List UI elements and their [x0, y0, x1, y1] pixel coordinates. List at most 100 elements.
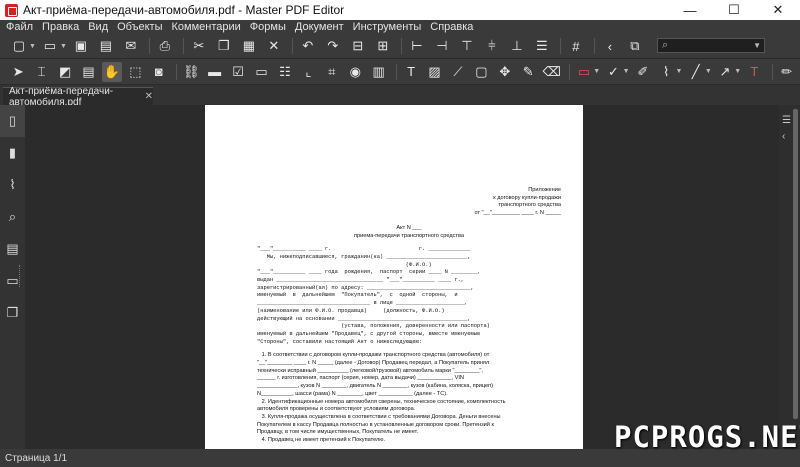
- align-left-icon[interactable]: ⊢: [406, 36, 428, 56]
- draw-rectangle-icon[interactable]: ▢: [471, 62, 491, 82]
- draw-line-icon[interactable]: ⟋: [448, 62, 468, 82]
- collapse-panel-icon[interactable]: ‹: [782, 131, 785, 142]
- menu-view[interactable]: Вид: [88, 20, 108, 34]
- clause-line: N__________, шасси (рама) N ________, цв…: [257, 390, 448, 397]
- link-icon[interactable]: ⛓: [181, 62, 201, 82]
- distribute-icon[interactable]: ☰: [531, 36, 553, 56]
- search-input[interactable]: [672, 40, 753, 51]
- save-icon[interactable]: ▣: [70, 36, 92, 56]
- close-window-button[interactable]: ✕: [756, 0, 800, 20]
- toolbar-separator: [559, 38, 561, 54]
- edit-object-icon[interactable]: ◩: [55, 62, 75, 82]
- marker-pen-icon[interactable]: ✏: [777, 62, 797, 82]
- maximize-button[interactable]: ☐: [712, 0, 756, 20]
- align-right-icon[interactable]: ⊣: [431, 36, 453, 56]
- menu-help[interactable]: Справка: [430, 20, 473, 34]
- scrollbar-thumb[interactable]: [793, 109, 798, 419]
- pencil-draw-icon[interactable]: ✎: [518, 62, 538, 82]
- attach-icon[interactable]: ⌇: [656, 62, 676, 82]
- arrow-dropdown-icon[interactable]: ▼: [734, 68, 741, 75]
- snapshot-icon[interactable]: ⧉: [624, 36, 646, 56]
- menu-objects[interactable]: Объекты: [117, 20, 162, 34]
- copy-icon[interactable]: ❐: [213, 36, 235, 56]
- document-tab[interactable]: Акт-приёма-передачи-автомобиля.pdf ✕: [3, 86, 153, 108]
- highlighter-icon[interactable]: ✐: [633, 62, 653, 82]
- cut-icon[interactable]: ✂: [188, 36, 210, 56]
- align-center-icon[interactable]: ⫩: [481, 36, 503, 56]
- menu-tools[interactable]: Инструменты: [353, 20, 422, 34]
- pdf-page[interactable]: Приложение к договору купли-продажи тран…: [205, 105, 583, 449]
- arrow-annotation-icon[interactable]: ↗: [715, 62, 735, 82]
- search-panel-icon[interactable]: ⌕: [0, 201, 25, 233]
- search-dropdown-icon[interactable]: ▼: [753, 41, 761, 50]
- align-top-icon[interactable]: ⊤: [456, 36, 478, 56]
- toolbar-separator: [176, 63, 177, 80]
- layers-icon[interactable]: ▤: [0, 233, 25, 265]
- properties-icon[interactable]: ☰: [782, 115, 791, 126]
- hand-tool-icon[interactable]: ✋: [101, 61, 123, 82]
- comment-dropdown-icon[interactable]: ▼: [593, 68, 600, 75]
- checkbox-field-icon[interactable]: ☑: [228, 62, 248, 82]
- open-dropdown-icon[interactable]: ▼: [60, 43, 67, 50]
- line-annotation-icon[interactable]: ╱: [685, 62, 705, 82]
- delete-icon[interactable]: ✕: [263, 36, 285, 56]
- edit-forms-icon[interactable]: ▤: [78, 62, 98, 82]
- chevron-left-icon[interactable]: ‹: [599, 36, 621, 56]
- search-box[interactable]: ⌕ ▼: [657, 38, 765, 53]
- page-thumbnails-icon[interactable]: ▯: [0, 105, 25, 137]
- button-field-icon[interactable]: ▬: [204, 62, 224, 82]
- menu-file[interactable]: Файл: [6, 20, 33, 34]
- minimize-button[interactable]: —: [668, 0, 712, 20]
- zoom-in-page-icon[interactable]: ⊞: [372, 36, 394, 56]
- comment-box-icon[interactable]: ▭: [574, 62, 594, 82]
- menu-edit[interactable]: Правка: [42, 20, 79, 34]
- pages-icon[interactable]: ❐: [0, 297, 25, 329]
- new-document-icon[interactable]: ▢: [8, 36, 30, 56]
- text-box-annotation-icon[interactable]: T: [744, 62, 764, 82]
- listbox-field-icon[interactable]: ☷: [275, 62, 295, 82]
- camera-icon[interactable]: ◙: [149, 62, 169, 82]
- open-folder-icon[interactable]: ▭: [39, 36, 61, 56]
- document-workspace[interactable]: Приложение к договору купли-продажи тран…: [25, 105, 779, 449]
- print-icon[interactable]: ⎙: [154, 36, 176, 56]
- main-toolbar: ▢ ▼ ▭ ▼ ▣ ▤ ✉ ⎙ ✂ ❐ ▦ ✕ ↶ ↷ ⊟ ⊞ ⊢ ⊣ ⊤ ⫩ ⊥ …: [0, 34, 800, 58]
- line-dropdown-icon[interactable]: ▼: [705, 68, 712, 75]
- new-dropdown-icon[interactable]: ▼: [29, 43, 36, 50]
- text-field-icon[interactable]: ⌞: [298, 62, 318, 82]
- toolbar-separator: [182, 38, 184, 54]
- site-watermark: PCPROGS.NET: [614, 420, 800, 454]
- redo-icon[interactable]: ↷: [322, 36, 344, 56]
- add-text-icon[interactable]: T: [401, 62, 421, 82]
- panel-resize-grip[interactable]: [19, 265, 24, 287]
- save-as-icon[interactable]: ▤: [95, 36, 117, 56]
- vertical-scrollbar[interactable]: ☰ ‹: [779, 105, 800, 449]
- tab-close-icon[interactable]: ✕: [145, 91, 153, 102]
- checkmark-icon[interactable]: ✓: [603, 62, 623, 82]
- menu-forms[interactable]: Формы: [250, 20, 286, 34]
- paste-icon[interactable]: ▦: [238, 36, 260, 56]
- signature-field-icon[interactable]: ⌗: [322, 62, 342, 82]
- email-icon[interactable]: ✉: [120, 36, 142, 56]
- marquee-select-icon[interactable]: ⬚: [125, 62, 145, 82]
- undo-icon[interactable]: ↶: [297, 36, 319, 56]
- edit-text-cursor-icon[interactable]: ⌶: [31, 62, 51, 82]
- bookmarks-icon[interactable]: ▮: [0, 137, 25, 169]
- attach-dropdown-icon[interactable]: ▼: [675, 68, 682, 75]
- draw-shape-icon[interactable]: ✥: [495, 62, 515, 82]
- menu-document[interactable]: Документ: [295, 20, 344, 34]
- zoom-out-page-icon[interactable]: ⊟: [347, 36, 369, 56]
- add-image-icon[interactable]: ▨: [424, 62, 444, 82]
- radio-field-icon[interactable]: ◉: [345, 62, 365, 82]
- combobox-field-icon[interactable]: ▭: [251, 62, 271, 82]
- grid-icon[interactable]: #: [565, 36, 587, 56]
- clause-line: 4. Продавец не имеет претензий к Покупат…: [257, 437, 386, 444]
- attachments-icon[interactable]: ⌇: [0, 169, 25, 201]
- eraser-icon[interactable]: ⌫: [541, 62, 561, 82]
- stamp-dropdown-icon[interactable]: ▼: [623, 68, 630, 75]
- align-bottom-icon[interactable]: ⊥: [506, 36, 528, 56]
- appendix-line: транспортного средства: [498, 202, 561, 209]
- select-arrow-icon[interactable]: ➤: [8, 62, 28, 82]
- menu-comments[interactable]: Комментарии: [172, 20, 241, 34]
- barcode-field-icon[interactable]: ▥: [368, 62, 388, 82]
- document-line: (Ф.И.О.): [257, 261, 432, 268]
